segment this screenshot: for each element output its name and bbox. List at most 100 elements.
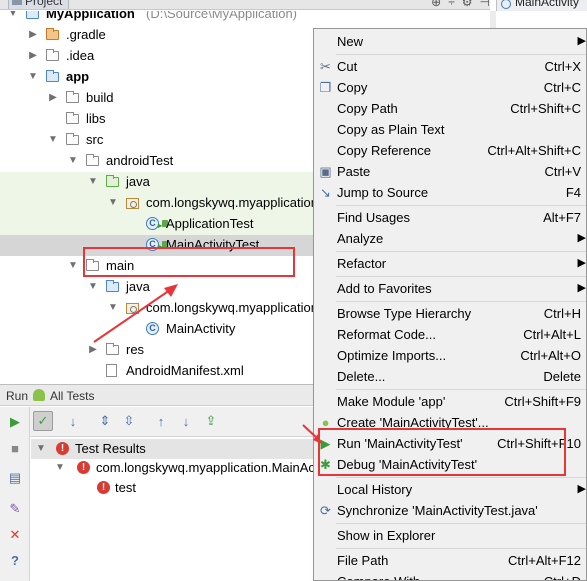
help-icon[interactable]: ? <box>5 550 25 570</box>
menu-item-add-to-favorites[interactable]: Add to Favorites ▶ <box>314 278 586 299</box>
menu-item-delete[interactable]: Delete... Delete <box>314 366 586 387</box>
tree-item-label: AndroidManifest.xml <box>126 363 244 378</box>
menu-item-label: Jump to Source <box>337 185 429 200</box>
menu-item-label: Refactor <box>337 256 387 271</box>
chevron-right-icon[interactable]: ▶ <box>48 92 58 104</box>
run-tab-all-tests[interactable]: All Tests <box>50 389 94 403</box>
menu-item-reformat-code[interactable]: Reformat Code... Ctrl+Alt+L <box>314 324 586 345</box>
menu-separator <box>336 523 586 524</box>
submenu-arrow-icon: ▶ <box>577 232 586 244</box>
collapse-all-icon[interactable]: ÷ <box>448 0 455 9</box>
menu-separator <box>336 276 586 277</box>
menu-item-shortcut: Ctrl+Shift+F9 <box>504 394 581 409</box>
menu-item-optimize-imports[interactable]: Optimize Imports... Ctrl+Alt+O <box>314 345 586 366</box>
stop-icon[interactable]: ■ <box>5 438 25 458</box>
menu-item-browse-type-hierarchy[interactable]: Browse Type Hierarchy Ctrl+H <box>314 303 586 324</box>
chevron-down-icon[interactable]: ▼ <box>68 260 78 272</box>
collapse-all-tests-icon[interactable]: ⇳ <box>119 411 139 431</box>
package-icon <box>126 196 141 210</box>
menu-item-find-usages[interactable]: Find Usages Alt+F7 <box>314 207 586 228</box>
test-results-root[interactable]: ▼ ! Test Results <box>31 439 314 459</box>
menu-item-show-in-explorer[interactable]: Show in Explorer <box>314 525 586 546</box>
tree-item-label: libs <box>86 111 106 126</box>
menu-item-compare-with[interactable]: Compare With... Ctrl+D <box>314 571 586 580</box>
chevron-down-icon[interactable]: ▼ <box>88 176 98 188</box>
folder-blue-icon <box>106 280 121 294</box>
menu-item-copy-reference[interactable]: Copy Reference Ctrl+Alt+Shift+C <box>314 140 586 161</box>
scroll-from-source-icon[interactable]: ⊕ <box>431 0 441 9</box>
chevron-down-icon[interactable]: ▼ <box>8 11 18 20</box>
project-tab[interactable]: Project <box>8 0 70 9</box>
chevron-down-icon[interactable]: ▼ <box>68 155 78 167</box>
chevron-down-icon[interactable]: ▼ <box>48 134 58 146</box>
pin-icon[interactable]: ✎ <box>5 499 25 519</box>
chevron-right-icon[interactable]: ▶ <box>28 29 38 41</box>
submenu-arrow-icon: ▶ <box>577 257 586 269</box>
chevron-down-icon[interactable]: ▼ <box>108 197 118 209</box>
folder-icon <box>66 91 81 105</box>
export-icon[interactable]: ⇪ <box>201 411 221 431</box>
menu-item-make-module-app[interactable]: Make Module 'app' Ctrl+Shift+F9 <box>314 391 586 412</box>
tree-item-myapplication[interactable]: ▼ MyApplication (D:\Source\MyApplication) <box>0 11 490 25</box>
menu-item-copy[interactable]: ❐ Copy Ctrl+C <box>314 77 586 98</box>
hide-panel-icon[interactable]: ⊣ <box>480 0 490 9</box>
menu-item-label: Find Usages <box>337 210 410 225</box>
menu-item-refactor[interactable]: Refactor ▶ <box>314 253 586 274</box>
module-folder-icon <box>46 70 61 84</box>
gear-icon[interactable]: ⚙ <box>462 0 473 9</box>
sort-alpha-icon[interactable]: ↓ <box>63 411 83 431</box>
tree-item-label: src <box>86 132 104 147</box>
show-passed-icon[interactable]: ✓ <box>33 411 53 431</box>
tree-item-label: java <box>126 174 150 189</box>
jump-icon: ↘ <box>320 185 331 200</box>
menu-item-label: Compare With... <box>337 574 431 580</box>
menu-item-synchronize-mainactivitytest-java[interactable]: ⟳ Synchronize 'MainActivityTest.java' <box>314 500 586 521</box>
layout-icon[interactable]: ▤ <box>5 468 25 488</box>
close-icon[interactable]: ✕ <box>5 525 25 545</box>
submenu-arrow-icon: ▶ <box>577 35 586 47</box>
chevron-right-icon[interactable]: ▶ <box>88 344 98 356</box>
test-results-label: Test Results <box>75 441 146 456</box>
submenu-arrow-icon: ▶ <box>577 483 586 495</box>
menu-item-label: Copy <box>337 80 368 95</box>
chevron-right-icon[interactable]: ▶ <box>28 50 38 62</box>
chevron-down-icon[interactable]: ▼ <box>108 302 118 314</box>
menu-item-label: Delete... <box>337 369 386 384</box>
menu-item-copy-path[interactable]: Copy Path Ctrl+Shift+C <box>314 98 586 119</box>
menu-item-copy-as-plain-text[interactable]: Copy as Plain Text <box>314 119 586 140</box>
chevron-down-icon[interactable]: ▼ <box>28 71 38 83</box>
rerun-icon[interactable]: ▶ <box>5 412 25 432</box>
menu-item-label: File Path <box>337 553 389 568</box>
menu-item-local-history[interactable]: Local History ▶ <box>314 479 586 500</box>
expand-all-icon[interactable]: ⇕ <box>95 411 115 431</box>
context-menu: New ▶ ✂ Cut Ctrl+X ❐ Copy Ctrl+C Copy Path Ctrl+S… <box>313 28 587 581</box>
tree-item-label: .idea <box>66 48 95 63</box>
menu-item-paste[interactable]: ▣ Paste Ctrl+V <box>314 161 586 182</box>
menu-item-new[interactable]: New ▶ <box>314 31 586 52</box>
previous-failed-icon[interactable]: ↑ <box>151 411 171 431</box>
annotation-highlight-box <box>83 247 295 277</box>
menu-separator <box>336 54 586 55</box>
editor-tab-mainactivity[interactable]: MainActivity <box>496 0 587 11</box>
folder-icon <box>86 154 101 168</box>
menu-item-label: Local History <box>337 482 413 497</box>
menu-item-shortcut: Ctrl+H <box>543 306 581 321</box>
menu-item-file-path[interactable]: File Path Ctrl+Alt+F12 <box>314 550 586 571</box>
menu-item-shortcut: Ctrl+D <box>544 574 581 580</box>
folder-icon <box>66 133 81 147</box>
chevron-down-icon[interactable]: ▼ <box>55 462 65 474</box>
menu-separator <box>336 301 586 302</box>
menu-item-jump-to-source[interactable]: ↘ Jump to Source F4 <box>314 182 586 203</box>
menu-item-analyze[interactable]: Analyze ▶ <box>314 228 586 249</box>
menu-separator <box>336 477 586 478</box>
menu-item-shortcut: Ctrl+C <box>543 80 581 95</box>
menu-item-shortcut: Ctrl+X <box>544 59 581 74</box>
chevron-down-icon[interactable]: ▼ <box>88 281 98 293</box>
next-failed-icon[interactable]: ↓ <box>176 411 196 431</box>
menu-separator <box>336 205 586 206</box>
chevron-down-icon[interactable]: ▼ <box>36 443 46 455</box>
menu-item-label: Show in Explorer <box>337 528 436 543</box>
file-icon <box>106 364 121 378</box>
menu-item-label: New <box>337 34 364 49</box>
menu-item-cut[interactable]: ✂ Cut Ctrl+X <box>314 56 586 77</box>
